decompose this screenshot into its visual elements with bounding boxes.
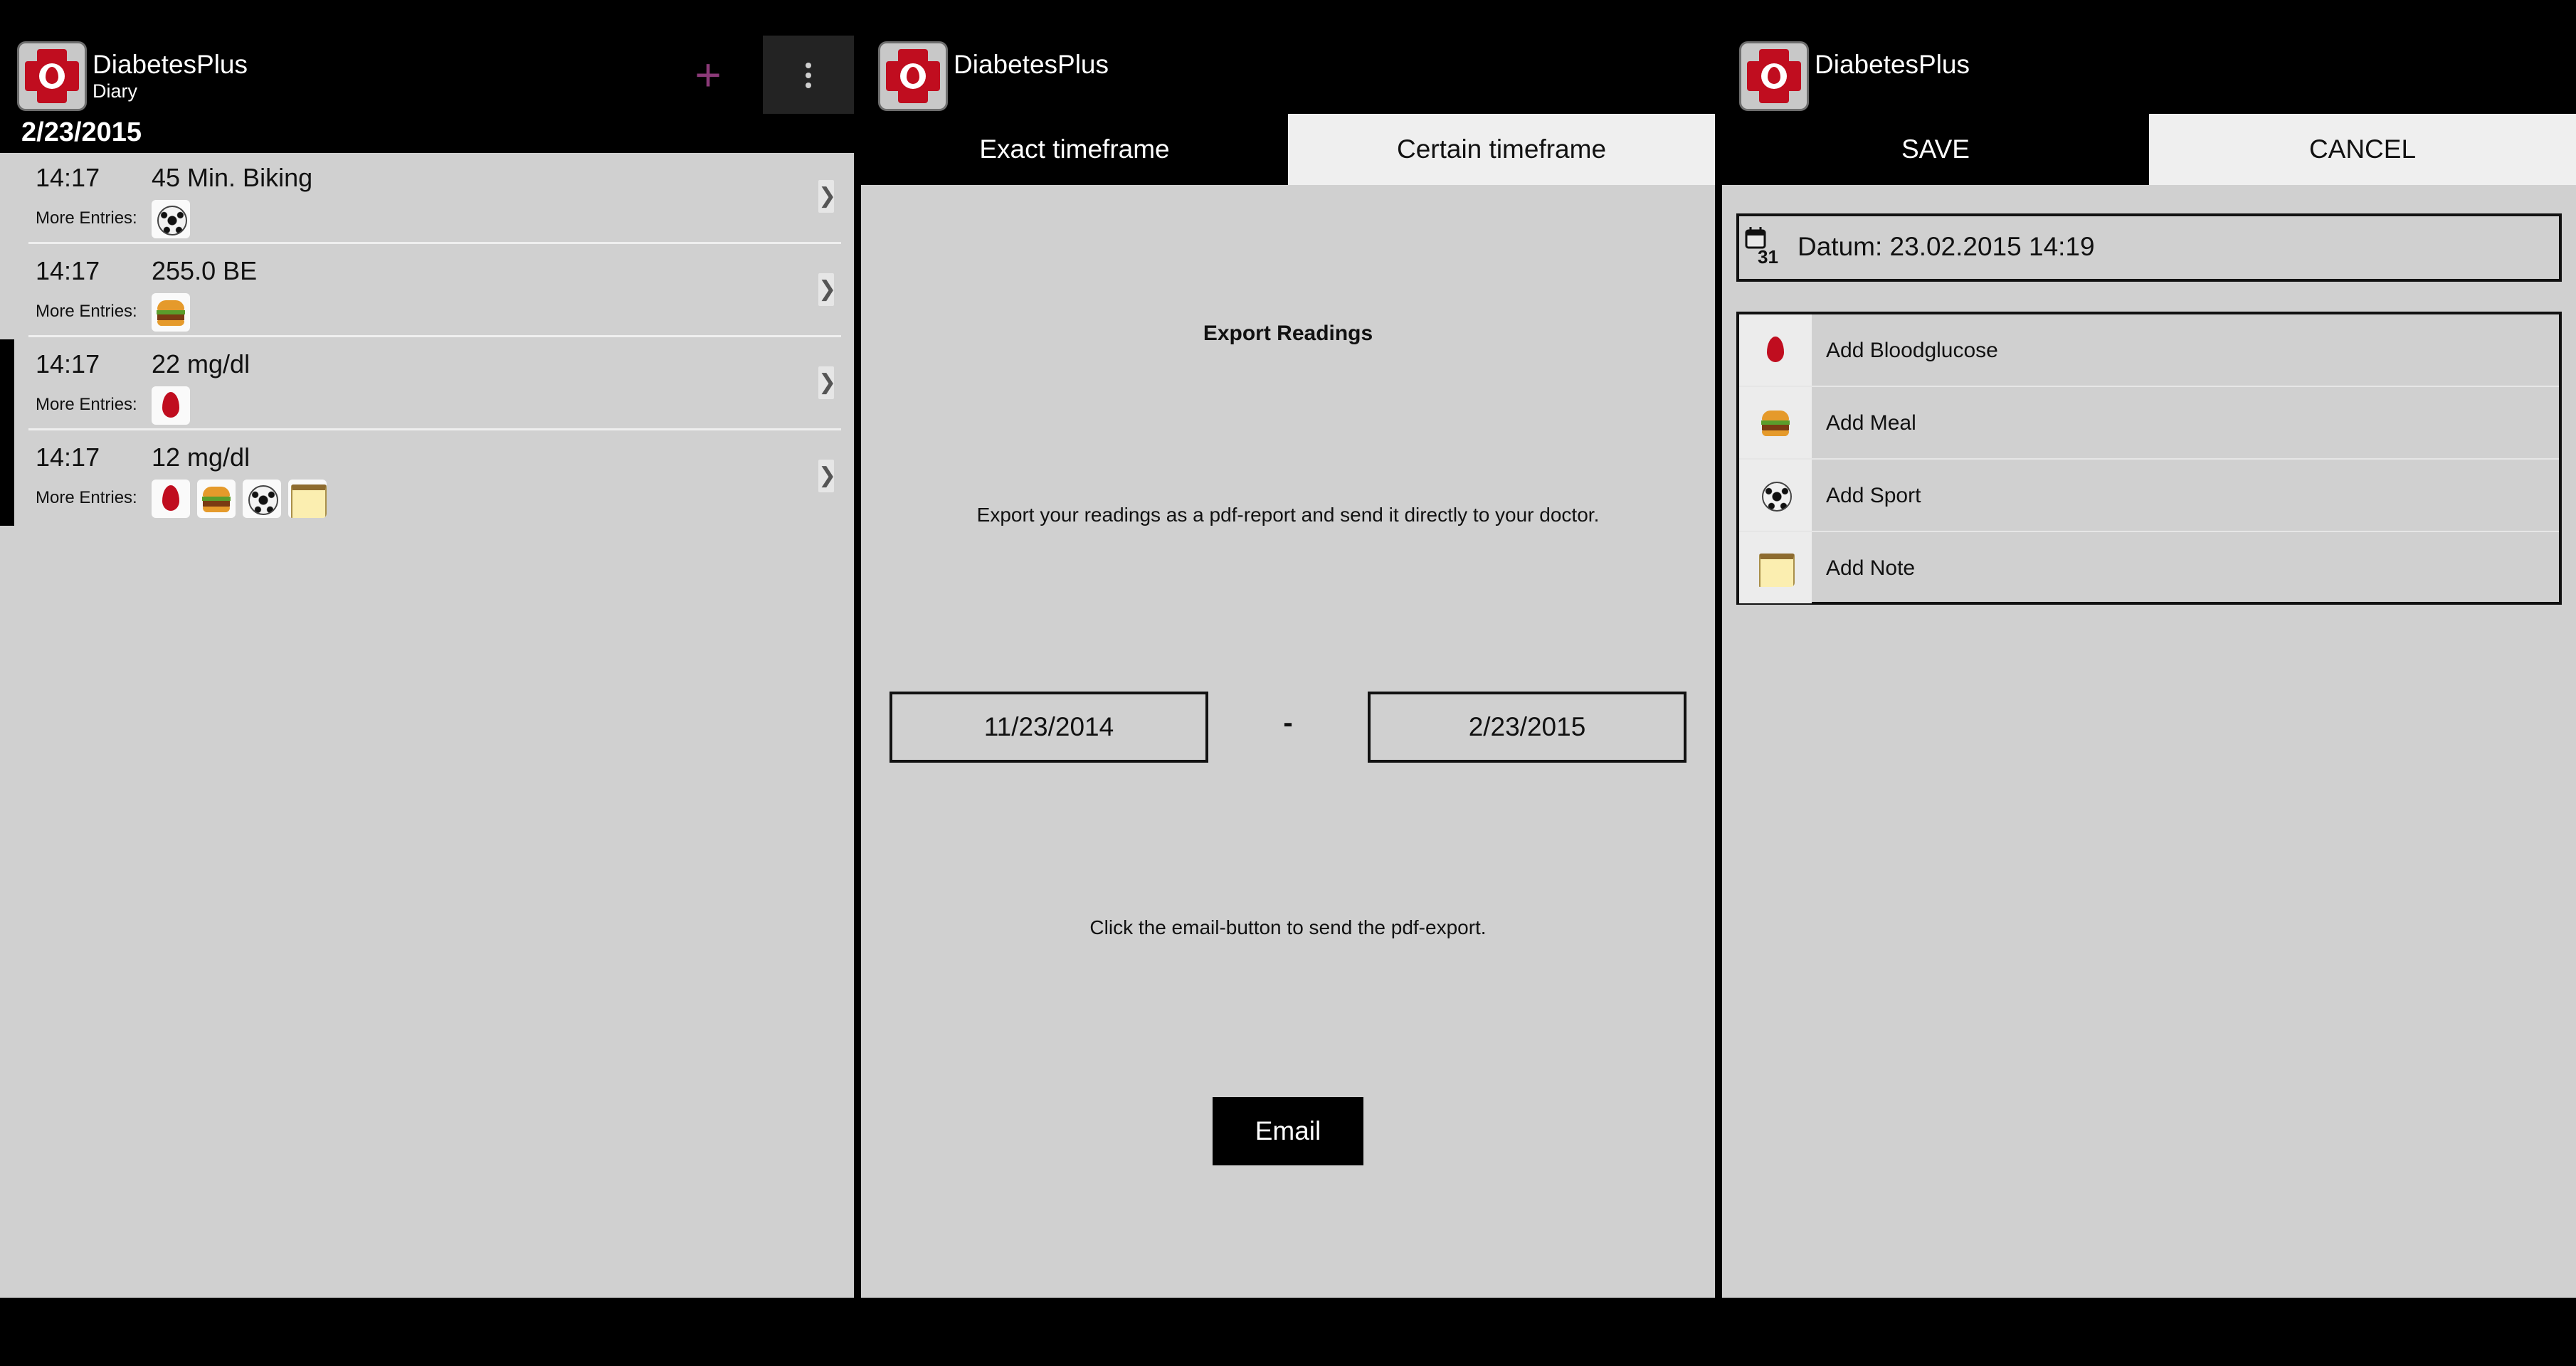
diary-entry-row[interactable]: 14:17 22 mg/dl More Entries: ❯ bbox=[0, 339, 841, 433]
action-bar: DiabetesPlus bbox=[861, 36, 1715, 114]
overflow-menu-button[interactable] bbox=[763, 36, 854, 114]
add-sport-label: Add Sport bbox=[1826, 484, 1921, 507]
sport-icon bbox=[243, 480, 281, 518]
action-bar: DiabetesPlus bbox=[1722, 36, 2576, 114]
diary-date-header: 2/23/2015 bbox=[21, 117, 142, 147]
diary-entry-row[interactable]: 14:17 255.0 BE More Entries: ❯ bbox=[28, 246, 841, 337]
date-to-field[interactable]: 2/23/2015 bbox=[1368, 692, 1686, 763]
add-bloodglucose-label: Add Bloodglucose bbox=[1826, 339, 1998, 362]
add-note-label: Add Note bbox=[1826, 556, 1916, 580]
entry-time: 14:17 bbox=[36, 256, 100, 285]
add-note-item[interactable]: Add Note bbox=[1739, 532, 2559, 605]
sport-icon bbox=[152, 200, 190, 238]
save-button[interactable]: SAVE bbox=[1722, 114, 2149, 185]
more-entries-label: More Entries: bbox=[36, 488, 137, 507]
datum-field[interactable]: 31 Datum: 23.02.2015 14:19 bbox=[1736, 213, 2562, 282]
email-hint: Click the email-button to send the pdf-e… bbox=[1089, 916, 1487, 938]
more-entries-label: More Entries: bbox=[36, 302, 137, 321]
sport-icon bbox=[1756, 476, 1795, 514]
bloodglucose-icon bbox=[152, 480, 190, 518]
export-screen: DiabetesPlus Exact timeframe Certain tim… bbox=[861, 0, 1715, 1298]
bloodglucose-icon bbox=[152, 386, 190, 425]
meal-icon bbox=[197, 480, 236, 518]
entry-screen: DiabetesPlus SAVE CANCEL 31 Datum: 23.02… bbox=[1722, 0, 2576, 1298]
diabetesplus-app-icon[interactable] bbox=[878, 41, 948, 111]
add-entry-button[interactable]: + bbox=[683, 50, 733, 100]
calendar-icon: 31 bbox=[1745, 227, 1778, 268]
export-description: Export your readings as a pdf-report and… bbox=[976, 504, 1600, 526]
email-button[interactable]: Email bbox=[1213, 1097, 1363, 1165]
entry-time: 14:17 bbox=[36, 163, 100, 192]
entry-panel: 31 Datum: 23.02.2015 14:19 Add Bloodgluc… bbox=[1722, 185, 2576, 1298]
note-icon bbox=[288, 480, 327, 518]
cancel-button[interactable]: CANCEL bbox=[2149, 114, 2576, 185]
diary-entry-row[interactable]: 14:17 45 Min. Biking More Entries: ❯ bbox=[28, 153, 841, 244]
overflow-dot-icon bbox=[806, 73, 811, 78]
tab-exact-timeframe[interactable]: Exact timeframe bbox=[861, 114, 1288, 185]
note-icon bbox=[1756, 549, 1795, 587]
app-title: DiabetesPlus bbox=[954, 50, 1109, 79]
entry-value: 45 Min. Biking bbox=[152, 163, 313, 192]
diabetesplus-app-icon[interactable] bbox=[1739, 41, 1809, 111]
chevron-right-icon[interactable]: ❯ bbox=[818, 180, 836, 213]
selection-marker bbox=[0, 433, 14, 526]
entry-value: 22 mg/dl bbox=[152, 349, 250, 378]
app-subtitle: Diary bbox=[93, 80, 138, 102]
entry-value: 255.0 BE bbox=[152, 256, 258, 285]
meal-icon bbox=[1756, 403, 1795, 442]
calendar-day: 31 bbox=[1758, 246, 1778, 268]
add-entry-list: Add Bloodglucose Add Meal Add Sport Add … bbox=[1736, 312, 2562, 605]
diary-entry-row[interactable]: 14:17 12 mg/dl More Entries: ❯ bbox=[0, 433, 841, 526]
bloodglucose-icon bbox=[1756, 331, 1795, 369]
add-meal-item[interactable]: Add Meal bbox=[1739, 387, 2559, 460]
timeframe-tabs: Exact timeframe Certain timeframe bbox=[861, 114, 1715, 185]
add-sport-item[interactable]: Add Sport bbox=[1739, 460, 2559, 532]
app-title: DiabetesPlus bbox=[93, 50, 248, 79]
entry-time: 14:17 bbox=[36, 349, 100, 378]
tab-certain-timeframe[interactable]: Certain timeframe bbox=[1288, 114, 1715, 185]
diabetesplus-app-icon[interactable] bbox=[17, 41, 87, 111]
more-entries-label: More Entries: bbox=[36, 395, 137, 414]
datum-text: Datum: 23.02.2015 14:19 bbox=[1798, 232, 2095, 261]
chevron-right-icon[interactable]: ❯ bbox=[818, 273, 836, 306]
overflow-dot-icon bbox=[806, 83, 811, 88]
chevron-right-icon[interactable]: ❯ bbox=[818, 460, 836, 492]
add-bloodglucose-item[interactable]: Add Bloodglucose bbox=[1739, 314, 2559, 387]
meal-icon bbox=[152, 293, 190, 332]
app-title: DiabetesPlus bbox=[1815, 50, 1970, 79]
action-bar: DiabetesPlus Diary + bbox=[0, 36, 854, 114]
add-meal-label: Add Meal bbox=[1826, 411, 1916, 435]
diary-list: 14:17 45 Min. Biking More Entries: ❯ 14:… bbox=[0, 153, 854, 1298]
save-cancel-bar: SAVE CANCEL bbox=[1722, 114, 2576, 185]
export-panel: Export Readings Export your readings as … bbox=[861, 185, 1715, 1298]
chevron-right-icon[interactable]: ❯ bbox=[818, 366, 836, 399]
export-heading: Export Readings bbox=[1203, 322, 1373, 345]
entry-value: 12 mg/dl bbox=[152, 443, 250, 472]
entry-time: 14:17 bbox=[36, 443, 100, 472]
overflow-dot-icon bbox=[806, 63, 811, 68]
diary-screen: DiabetesPlus Diary + 2/23/2015 14:17 45 … bbox=[0, 0, 854, 1298]
selection-marker bbox=[0, 339, 14, 433]
more-entries-label: More Entries: bbox=[36, 208, 137, 228]
